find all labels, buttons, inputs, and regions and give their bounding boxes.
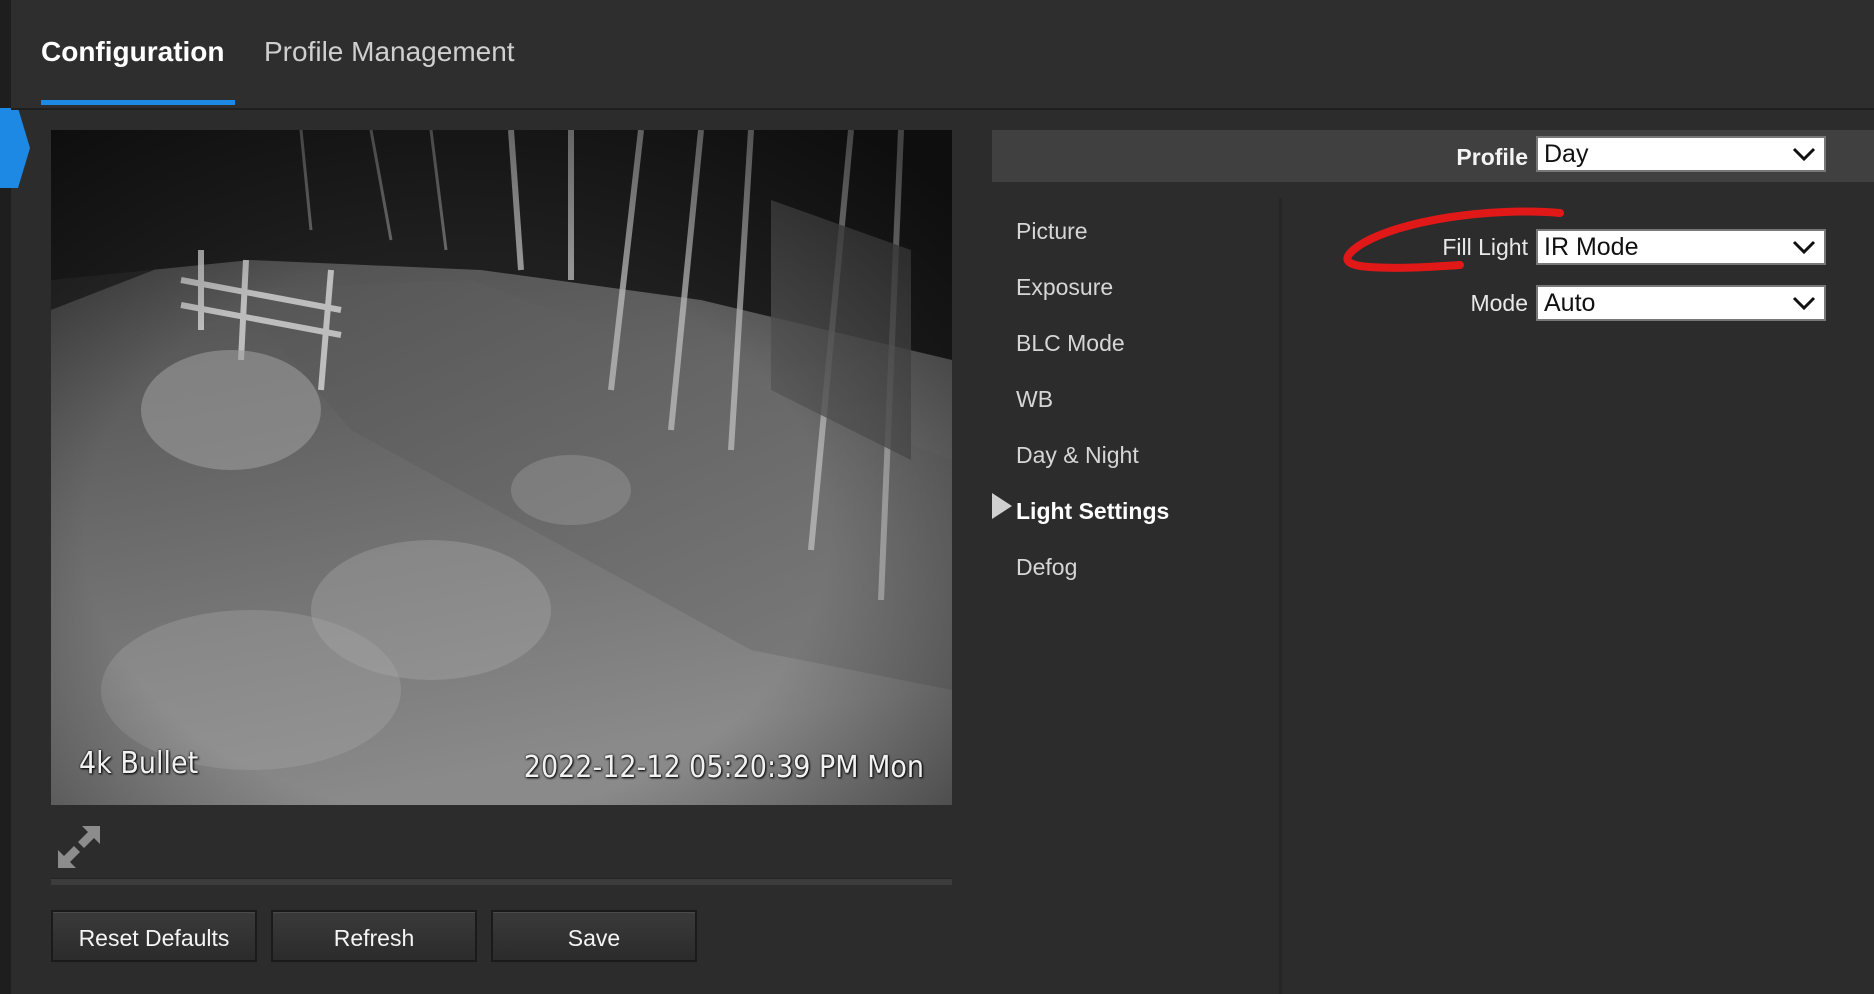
side-panel-toggle[interactable] (0, 108, 30, 188)
save-button[interactable]: Save (491, 910, 697, 962)
mode-value: Auto (1544, 289, 1596, 317)
osd-timestamp: 2022-12-12 05:20:39 PM Mon (523, 750, 924, 785)
menu-item-defog[interactable]: Defog (1016, 554, 1077, 581)
video-divider (51, 878, 952, 885)
profile-select-value: Day (1544, 140, 1589, 168)
settings-menu: Picture Exposure BLC Mode WB Day & Night… (992, 198, 1282, 994)
live-video-preview[interactable]: 4k Bullet 2022-12-12 05:20:39 PM Mon (51, 130, 952, 805)
refresh-button[interactable]: Refresh (271, 910, 477, 962)
mode-select[interactable]: Auto (1536, 285, 1826, 321)
fullscreen-icon[interactable] (54, 822, 104, 872)
menu-item-picture[interactable]: Picture (1016, 218, 1088, 245)
chevron-down-icon (1792, 147, 1816, 162)
tab-configuration[interactable]: Configuration (41, 36, 225, 68)
profile-select[interactable]: Day (1536, 136, 1826, 172)
mode-label: Mode (1470, 290, 1528, 316)
chevron-down-icon (1792, 240, 1816, 255)
chevron-down-icon (1792, 296, 1816, 311)
reset-defaults-button[interactable]: Reset Defaults (51, 910, 257, 962)
top-tab-bar: Configuration Profile Management (11, 0, 1874, 110)
active-tab-indicator (41, 100, 235, 105)
menu-item-day-night[interactable]: Day & Night (1016, 442, 1139, 469)
red-annotation-mark (1343, 207, 1564, 272)
osd-camera-name: 4k Bullet (79, 746, 199, 781)
profile-label: Profile (1456, 144, 1528, 170)
menu-item-wb[interactable]: WB (1016, 386, 1053, 413)
active-item-pointer-icon (992, 493, 1012, 519)
menu-item-exposure[interactable]: Exposure (1016, 274, 1113, 301)
menu-item-light-settings[interactable]: Light Settings (1016, 498, 1169, 525)
tab-profile-management[interactable]: Profile Management (264, 36, 515, 68)
camera-scene (51, 130, 952, 805)
menu-item-blc-mode[interactable]: BLC Mode (1016, 330, 1125, 357)
